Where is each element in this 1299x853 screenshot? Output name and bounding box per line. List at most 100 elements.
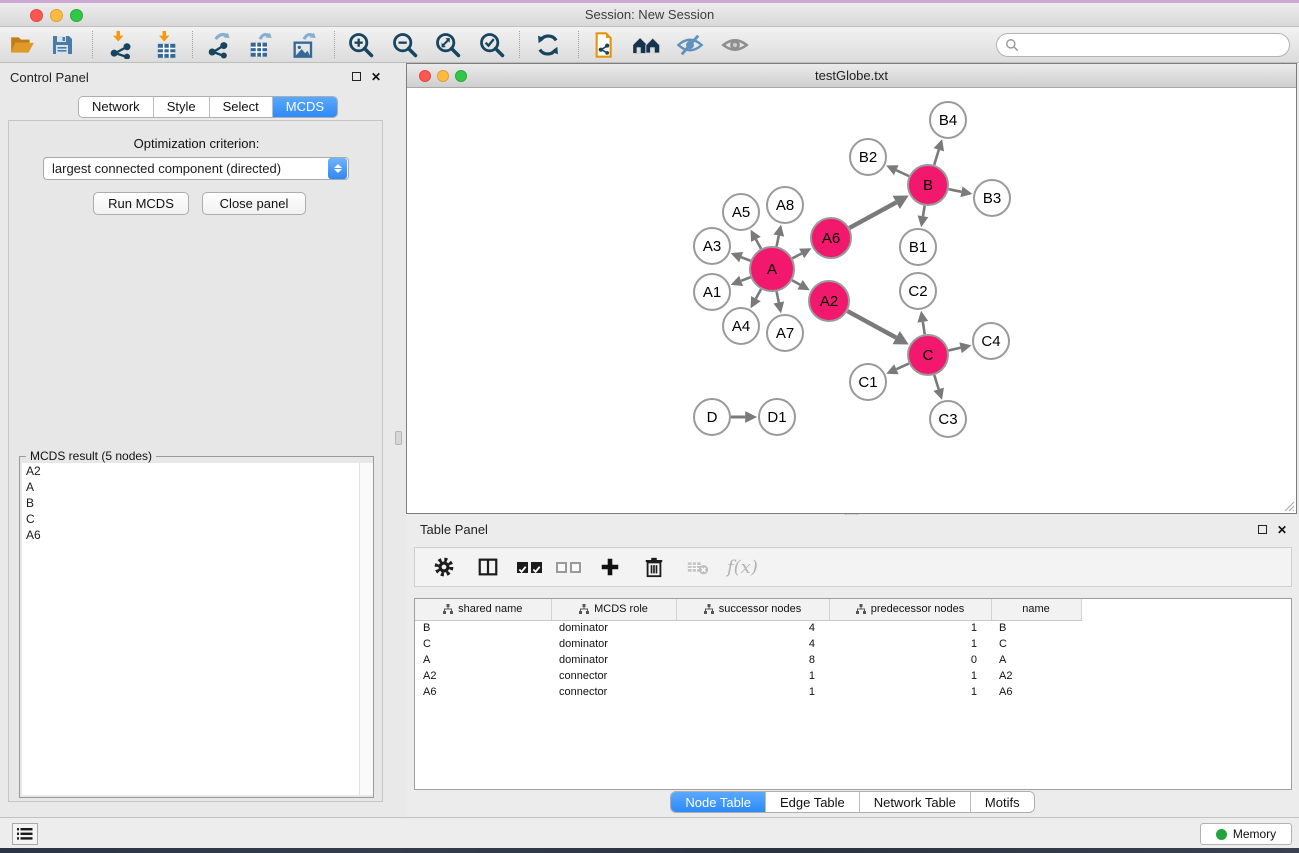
show-log-button[interactable] — [12, 823, 38, 845]
graph-edge[interactable] — [847, 311, 896, 338]
network-zoom-button[interactable] — [455, 70, 467, 82]
graph-node-label: C4 — [981, 333, 1000, 350]
minimize-window-button[interactable] — [50, 9, 63, 22]
column-header-successor-nodes[interactable]: successor nodes — [676, 599, 829, 620]
refresh-layout-button[interactable] — [531, 28, 565, 62]
mcds-result-item[interactable]: B — [22, 495, 359, 511]
mcds-result-item[interactable]: A2 — [22, 463, 359, 479]
mcds-result-item[interactable]: C — [22, 511, 359, 527]
table-row[interactable]: A dominator 8 0 A — [415, 652, 1081, 668]
resize-grip-icon[interactable] — [1283, 500, 1295, 512]
graph-edge[interactable] — [896, 364, 908, 370]
graph-edge[interactable] — [756, 289, 761, 298]
table-row[interactable]: A6 connector 1 1 A6 — [415, 684, 1081, 700]
table-row[interactable]: B dominator 4 1 B — [415, 620, 1081, 636]
export-network-button[interactable] — [201, 28, 235, 62]
network-minimize-button[interactable] — [437, 70, 449, 82]
column-header-predecessor-nodes[interactable]: predecessor nodes — [829, 599, 991, 620]
close-panel-icon[interactable]: ✕ — [371, 71, 381, 83]
add-column-button[interactable] — [595, 552, 625, 582]
graph-edge[interactable] — [923, 206, 925, 217]
column-type-icon — [856, 604, 866, 614]
search-input[interactable] — [1019, 36, 1289, 54]
graph-edge[interactable] — [792, 280, 800, 285]
column-type-icon — [443, 604, 453, 614]
close-window-button[interactable] — [30, 9, 43, 22]
graph-edge[interactable] — [934, 375, 938, 389]
network-window-titlebar[interactable]: testGlobe.txt — [407, 64, 1296, 88]
show-panel-button[interactable] — [718, 28, 752, 62]
mcds-result-item[interactable]: A — [22, 479, 359, 495]
control-panel-tabs: Network Style Select MCDS — [78, 96, 338, 118]
graph-edge-arrowhead — [933, 388, 943, 400]
apply-function-button[interactable]: f(x) — [727, 557, 758, 578]
table-settings-button[interactable] — [429, 552, 459, 582]
close-panel-button[interactable]: Close panel — [202, 192, 306, 215]
float-table-panel-icon[interactable] — [1258, 525, 1267, 534]
graph-edge[interactable] — [896, 170, 909, 176]
home-button[interactable] — [630, 28, 664, 62]
table-row[interactable]: C dominator 4 1 C — [415, 636, 1081, 652]
search-box[interactable] — [996, 33, 1290, 57]
deselect-all-button[interactable] — [556, 562, 581, 573]
import-table-button[interactable] — [149, 28, 183, 62]
show-columns-button[interactable] — [473, 552, 503, 582]
columns-icon — [477, 556, 499, 578]
save-session-button[interactable] — [45, 28, 79, 62]
mcds-result-list[interactable]: A2ABCA6 — [22, 463, 359, 795]
table-header-row: shared name MCDS role successor nodes pr… — [415, 599, 1081, 620]
zoom-selected-button[interactable] — [475, 28, 509, 62]
export-table-button[interactable] — [243, 28, 277, 62]
table-row[interactable]: A2 connector 1 1 A2 — [415, 668, 1081, 684]
float-panel-icon[interactable] — [352, 72, 361, 81]
tab-motifs[interactable]: Motifs — [971, 792, 1034, 812]
tab-node-table[interactable]: Node Table — [671, 792, 766, 812]
tab-style[interactable]: Style — [154, 97, 210, 117]
zoom-in-button[interactable] — [344, 28, 378, 62]
graph-edge[interactable] — [948, 348, 960, 351]
graph-edge[interactable] — [777, 236, 779, 247]
graph-edge[interactable] — [777, 292, 779, 303]
graph-edge[interactable] — [949, 189, 962, 192]
network-canvas[interactable]: B4B2BB3A8A5A6A3B1AA1C2A2A4A7C4CC1C3DD1 — [407, 88, 1296, 513]
network-close-button[interactable] — [419, 70, 431, 82]
graph-edge[interactable] — [741, 257, 750, 261]
result-list-scrollbar[interactable] — [359, 463, 373, 795]
close-table-panel-icon[interactable]: ✕ — [1277, 524, 1287, 536]
open-session-button[interactable] — [5, 28, 39, 62]
graph-edge[interactable] — [756, 239, 761, 248]
mcds-result-title: MCDS result (5 nodes) — [26, 449, 156, 463]
graph-edge[interactable] — [934, 150, 939, 165]
desktop-strip-bottom — [0, 848, 1299, 853]
tab-select[interactable]: Select — [210, 97, 273, 117]
column-header-shared-name[interactable]: shared name — [415, 599, 551, 620]
tab-network-table[interactable]: Network Table — [860, 792, 971, 812]
network-from-file-button[interactable] — [589, 28, 623, 62]
import-network-button[interactable] — [103, 28, 137, 62]
column-header-mcds-role[interactable]: MCDS role — [551, 599, 676, 620]
zoom-window-button[interactable] — [70, 9, 83, 22]
graph-edge[interactable] — [792, 253, 801, 258]
graph-edge[interactable] — [741, 277, 750, 281]
network-graph: B4B2BB3A8A5A6A3B1AA1C2A2A4A7C4CC1C3DD1 — [407, 88, 1296, 513]
select-all-button[interactable] — [517, 562, 542, 573]
run-mcds-button[interactable]: Run MCDS — [93, 192, 189, 215]
network-view-window: testGlobe.txt B4B2BB3A8A5A6A3B1AA1C2A2A4… — [406, 63, 1297, 514]
delete-column-button[interactable] — [639, 552, 669, 582]
hide-panels-button[interactable] — [673, 28, 707, 62]
zoom-fit-button[interactable] — [431, 28, 465, 62]
column-header-name[interactable]: name — [991, 599, 1081, 620]
criterion-select[interactable]: largest connected component (directed) — [43, 157, 349, 180]
export-image-button[interactable] — [287, 28, 321, 62]
tab-mcds[interactable]: MCDS — [273, 97, 337, 117]
tab-network[interactable]: Network — [79, 97, 154, 117]
memory-button[interactable]: Memory — [1200, 823, 1292, 845]
graph-edge[interactable] — [849, 202, 896, 228]
splitter-handle-vertical[interactable] — [395, 431, 402, 445]
zoom-out-button[interactable] — [388, 28, 422, 62]
mcds-result-item[interactable]: A6 — [22, 527, 359, 543]
graph-node-label: A4 — [732, 318, 750, 335]
graph-edge[interactable] — [923, 322, 925, 334]
tab-edge-table[interactable]: Edge Table — [766, 792, 860, 812]
delete-table-button[interactable] — [683, 552, 713, 582]
